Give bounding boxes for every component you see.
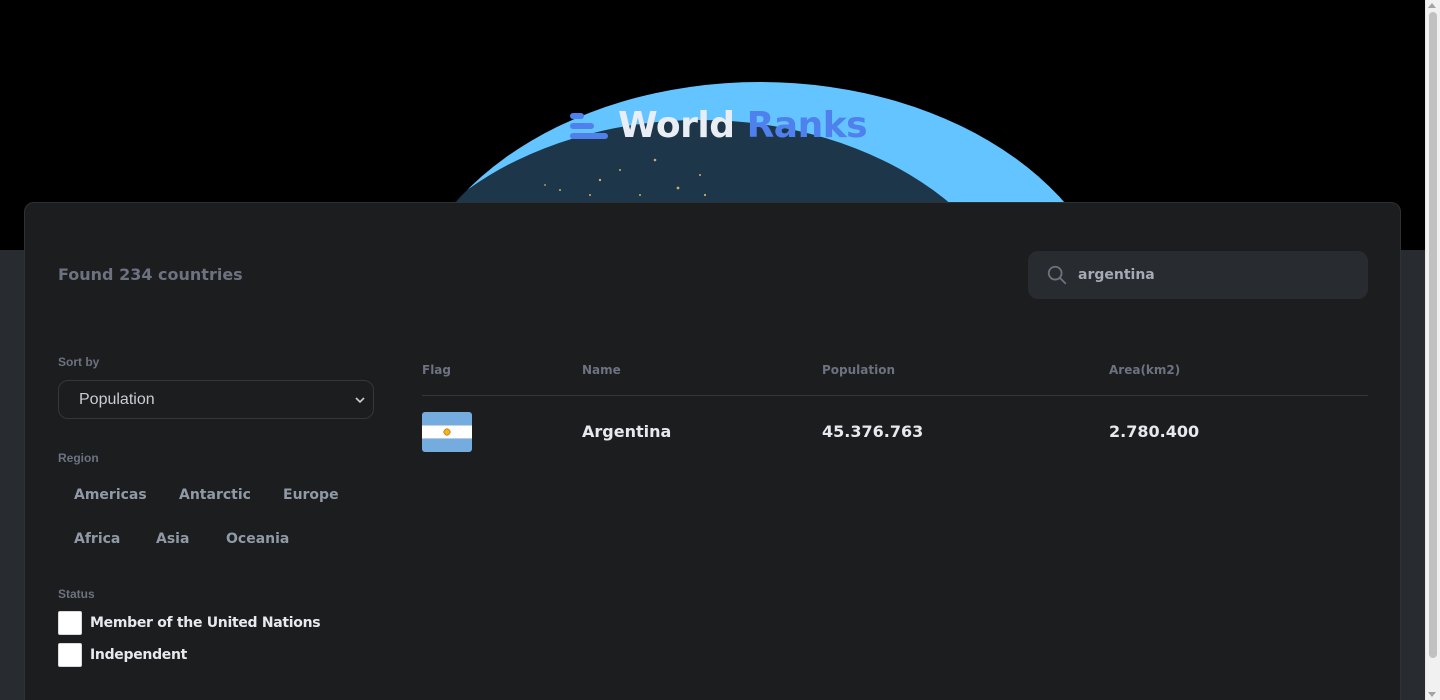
independent-checkbox[interactable] xyxy=(58,643,82,667)
ranks-logo-icon xyxy=(570,113,608,139)
search-input[interactable] xyxy=(1078,267,1338,283)
column-header-population: Population xyxy=(822,363,896,377)
table-header-divider xyxy=(422,395,1368,396)
status-un-member[interactable]: Member of the United Nations xyxy=(58,611,321,635)
column-header-area: Area(km2) xyxy=(1109,363,1181,377)
page-scrollbar[interactable] xyxy=(1425,0,1440,700)
sort-select[interactable]: Population xyxy=(58,380,374,419)
column-header-name: Name xyxy=(582,363,621,377)
app-title-ranks: Ranks xyxy=(746,105,868,146)
status-independent[interactable]: Independent xyxy=(58,643,187,667)
region-chip-africa[interactable]: Africa xyxy=(58,525,136,553)
sort-by-label: Sort by xyxy=(58,355,100,369)
country-population: 45.376.763 xyxy=(822,422,924,441)
region-chip-oceania[interactable]: Oceania xyxy=(210,525,305,553)
un-member-label: Member of the United Nations xyxy=(90,615,321,631)
region-chip-asia[interactable]: Asia xyxy=(140,525,205,553)
region-chip-europe[interactable]: Europe xyxy=(267,481,355,509)
un-member-checkbox[interactable] xyxy=(58,611,82,635)
app-title-world: World xyxy=(618,105,735,146)
search-box[interactable] xyxy=(1028,251,1368,299)
main-panel: Found 234 countries Sort by Population R… xyxy=(24,202,1401,700)
independent-label: Independent xyxy=(90,647,188,663)
status-label: Status xyxy=(58,587,95,601)
app-title: World Ranks xyxy=(618,105,868,146)
scrollbar-thumb[interactable] xyxy=(1429,12,1437,658)
country-name: Argentina xyxy=(582,422,672,441)
column-header-flag: Flag xyxy=(422,363,451,377)
region-chip-antarctic[interactable]: Antarctic xyxy=(163,481,267,509)
app-logo: World Ranks xyxy=(570,104,868,148)
argentina-flag-icon xyxy=(422,412,472,452)
search-icon xyxy=(1047,265,1067,285)
region-chip-americas[interactable]: Americas xyxy=(58,481,163,509)
sort-select-value: Population xyxy=(79,390,155,408)
scroll-down-arrow-icon[interactable] xyxy=(1428,692,1436,697)
country-area: 2.780.400 xyxy=(1109,422,1200,441)
region-label: Region xyxy=(58,451,99,465)
chevron-down-icon xyxy=(355,397,365,404)
results-count: Found 234 countries xyxy=(58,265,243,284)
scroll-up-arrow-icon[interactable] xyxy=(1428,3,1436,8)
